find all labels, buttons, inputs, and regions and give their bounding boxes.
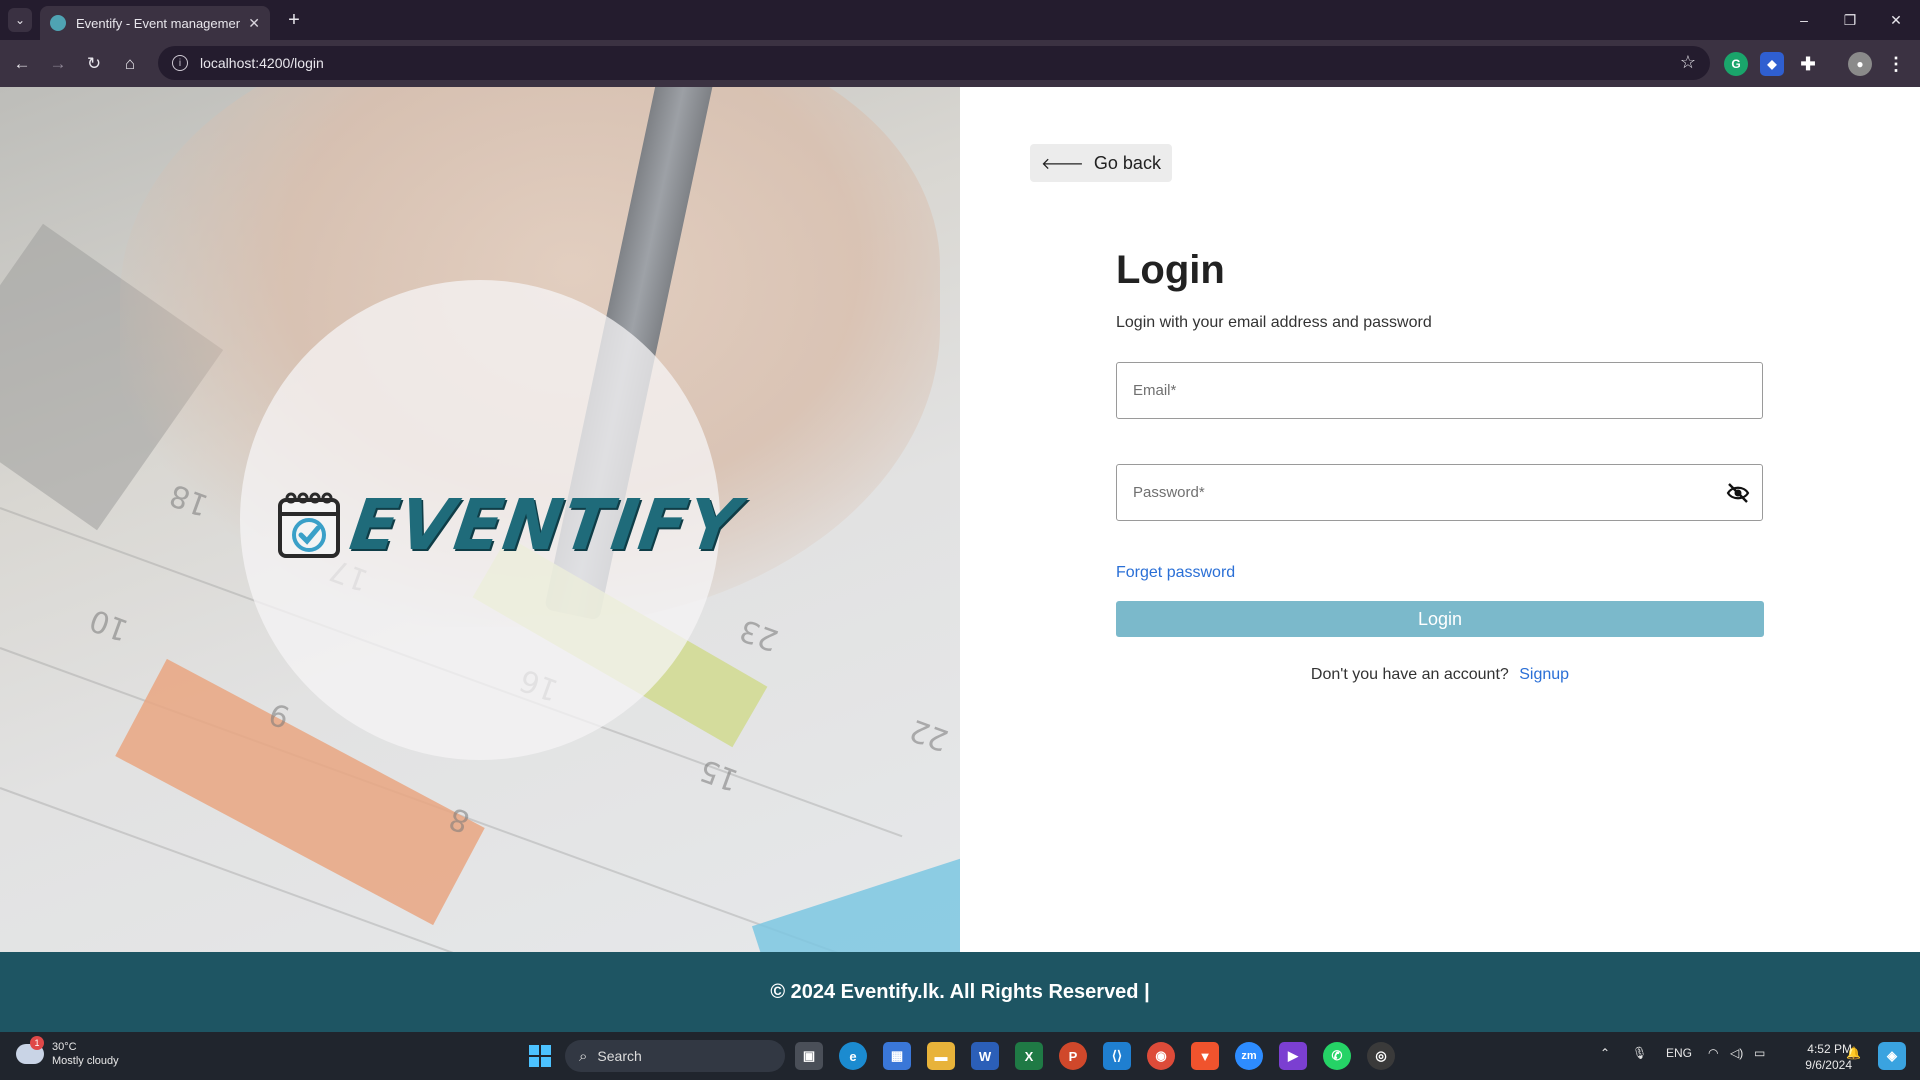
search-icon: ⌕ (579, 1047, 588, 1065)
signup-row: Don't you have an account? Signup (960, 666, 1920, 684)
whatsapp-icon[interactable]: ✆ (1323, 1042, 1351, 1070)
grammarly-extension-icon[interactable]: G (1724, 52, 1748, 76)
weather-description: Mostly cloudy (52, 1055, 119, 1067)
clock-time: 4:52 PM (1807, 1042, 1852, 1056)
restore-button[interactable]: ❐ (1827, 0, 1873, 40)
forward-arrow-icon[interactable]: → (44, 50, 72, 78)
file-explorer-icon[interactable]: ▬ (927, 1042, 955, 1070)
footer-copyright: © 2024 Eventify.lk. All Rights Reserved … (770, 980, 1150, 1003)
go-back-label: Go back (1093, 152, 1161, 173)
clock-date: 9/6/2024 (1805, 1058, 1852, 1072)
go-back-button[interactable]: 🡐 Go back (1030, 144, 1172, 182)
arrow-left-icon: 🡐 (1041, 155, 1084, 173)
site-info-icon[interactable]: i (172, 55, 188, 71)
profile-avatar-icon[interactable]: ● (1848, 52, 1872, 76)
extensions-puzzle-icon[interactable]: ✚ (1796, 52, 1820, 76)
login-panel: 🡐 Go back Login Login with your email ad… (960, 87, 1920, 952)
home-icon[interactable]: ⌂ (116, 50, 144, 78)
close-window-button[interactable]: ✕ (1873, 0, 1919, 40)
eventify-logo: EVENTIFY (277, 484, 745, 566)
browser-menu-icon[interactable]: ⋮ (1884, 52, 1908, 76)
calendar-number: 15 (695, 751, 744, 798)
tray-chevron-up-icon[interactable]: ⌃ (1600, 1046, 1610, 1060)
chrome-icon[interactable]: ◉ (1147, 1042, 1175, 1070)
cloud-icon: 1 (16, 1036, 44, 1064)
browser-toolbar: ← → ↻ ⌂ i localhost:4200/login ☆ G ◆ ✚ ●… (0, 40, 1920, 87)
battery-icon[interactable]: ▭ (1754, 1046, 1765, 1060)
page-title: Login (1116, 248, 1225, 292)
weather-widget[interactable]: 1 30°C Mostly cloudy (16, 1036, 119, 1068)
password-input[interactable] (1117, 465, 1762, 520)
system-clock[interactable]: 4:52 PM 9/6/2024 (1805, 1041, 1852, 1073)
url-text: localhost:4200/login (200, 55, 324, 71)
new-tab-button[interactable]: + (282, 8, 306, 32)
word-icon[interactable]: W (971, 1042, 999, 1070)
taskbar-search-box[interactable]: ⌕ Search (565, 1040, 785, 1072)
volume-icon[interactable]: ◁) (1730, 1046, 1743, 1060)
eye-off-icon[interactable] (1726, 482, 1750, 504)
signup-link[interactable]: Signup (1519, 666, 1569, 683)
notification-bell-icon[interactable]: 🔔 (1846, 1046, 1861, 1060)
page-subtitle: Login with your email address and passwo… (1116, 314, 1432, 331)
tab-title: Eventify - Event management s (76, 15, 241, 31)
language-indicator[interactable]: ENG (1666, 1046, 1692, 1060)
hero-image-panel: 18 17 10 16 23 9 15 22 8 EVENTIFY (0, 87, 960, 952)
vscode-icon[interactable]: ⟨⟩ (1103, 1042, 1131, 1070)
calendar-number: 23 (735, 611, 784, 658)
brave-icon[interactable]: ▼ (1191, 1042, 1219, 1070)
copilot-icon[interactable]: ◈ (1878, 1042, 1906, 1070)
tab-search-icon[interactable]: ⌄ (8, 8, 32, 32)
excel-icon[interactable]: X (1015, 1042, 1043, 1070)
signup-question: Don't you have an account? (1310, 666, 1509, 683)
bookmark-star-icon[interactable]: ☆ (1680, 52, 1696, 73)
browser-tab-bar: ⌄ Eventify - Event management s ✕ + – ❐ … (0, 0, 1920, 40)
logo-wordmark: EVENTIFY (345, 484, 746, 566)
taskbar-search-label: Search (597, 1048, 642, 1064)
back-arrow-icon[interactable]: ← (8, 50, 36, 78)
weather-temperature: 30°C (52, 1041, 77, 1053)
tab-favicon-icon (50, 15, 66, 31)
visual-studio-icon[interactable]: ▶ (1279, 1042, 1307, 1070)
powerpoint-icon[interactable]: P (1059, 1042, 1087, 1070)
windows-start-icon[interactable] (526, 1042, 554, 1070)
page: 18 17 10 16 23 9 15 22 8 EVENTIFY 🡐 (0, 87, 1920, 952)
calendar-check-icon (278, 492, 340, 558)
windows-taskbar: 1 30°C Mostly cloudy ⌕ Search ▣ e ▦ ▬ W … (0, 1032, 1920, 1080)
hero-blue-marker (751, 852, 960, 952)
edge-icon[interactable]: e (839, 1042, 867, 1070)
minimize-button[interactable]: – (1781, 0, 1827, 40)
address-bar[interactable]: i localhost:4200/login ☆ (158, 46, 1710, 80)
store-icon[interactable]: ▦ (883, 1042, 911, 1070)
reload-icon[interactable]: ↻ (80, 50, 108, 78)
calendar-number: 22 (905, 711, 954, 758)
obs-icon[interactable]: ◎ (1367, 1042, 1395, 1070)
login-button[interactable]: Login (1116, 601, 1764, 637)
forget-password-link[interactable]: Forget password (1116, 564, 1235, 582)
tab-close-icon[interactable]: ✕ (248, 15, 260, 32)
extension-icon[interactable]: ◆ (1760, 52, 1784, 76)
calendar-number: 10 (85, 601, 134, 648)
password-field[interactable] (1116, 464, 1763, 521)
zoom-icon[interactable]: zm (1235, 1042, 1263, 1070)
task-view-icon[interactable]: ▣ (795, 1042, 823, 1070)
wifi-icon[interactable]: ◠ (1708, 1046, 1718, 1060)
microphone-icon[interactable]: 🎙 (1632, 1046, 1647, 1060)
footer: © 2024 Eventify.lk. All Rights Reserved … (0, 952, 1920, 1032)
weather-badge: 1 (30, 1036, 44, 1050)
email-input[interactable] (1117, 363, 1762, 418)
email-field[interactable] (1116, 362, 1763, 419)
browser-tab[interactable]: Eventify - Event management s ✕ (40, 6, 270, 40)
